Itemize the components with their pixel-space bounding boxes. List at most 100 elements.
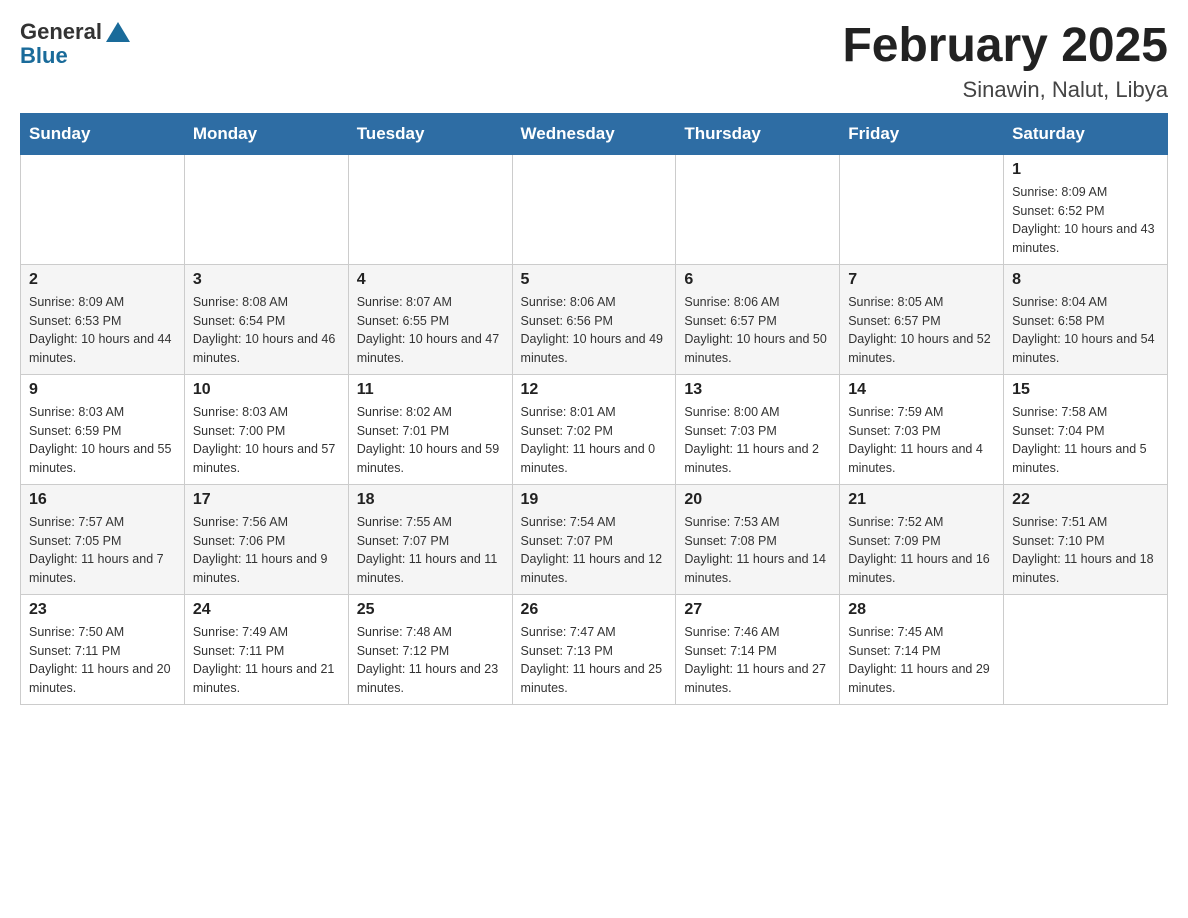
calendar-cell: 12 Sunrise: 8:01 AMSunset: 7:02 PMDaylig… (512, 374, 676, 484)
calendar-cell: 11 Sunrise: 8:02 AMSunset: 7:01 PMDaylig… (348, 374, 512, 484)
calendar-cell (184, 154, 348, 264)
day-info: Sunrise: 7:47 AMSunset: 7:13 PMDaylight:… (521, 625, 663, 695)
calendar-cell: 26 Sunrise: 7:47 AMSunset: 7:13 PMDaylig… (512, 594, 676, 704)
day-number: 3 (193, 271, 340, 289)
day-number: 8 (1012, 271, 1159, 289)
day-info: Sunrise: 8:08 AMSunset: 6:54 PMDaylight:… (193, 295, 335, 365)
day-info: Sunrise: 7:48 AMSunset: 7:12 PMDaylight:… (357, 625, 499, 695)
day-info: Sunrise: 8:04 AMSunset: 6:58 PMDaylight:… (1012, 295, 1154, 365)
day-number: 28 (848, 601, 995, 619)
day-number: 25 (357, 601, 504, 619)
day-number: 12 (521, 381, 668, 399)
calendar-cell: 2 Sunrise: 8:09 AMSunset: 6:53 PMDayligh… (21, 264, 185, 374)
day-number: 18 (357, 491, 504, 509)
days-header-row: Sunday Monday Tuesday Wednesday Thursday… (21, 113, 1168, 154)
calendar-cell: 22 Sunrise: 7:51 AMSunset: 7:10 PMDaylig… (1004, 484, 1168, 594)
day-info: Sunrise: 7:52 AMSunset: 7:09 PMDaylight:… (848, 515, 990, 585)
day-info: Sunrise: 8:05 AMSunset: 6:57 PMDaylight:… (848, 295, 990, 365)
day-info: Sunrise: 8:09 AMSunset: 6:53 PMDaylight:… (29, 295, 171, 365)
calendar-cell: 15 Sunrise: 7:58 AMSunset: 7:04 PMDaylig… (1004, 374, 1168, 484)
day-number: 22 (1012, 491, 1159, 509)
day-number: 4 (357, 271, 504, 289)
day-info: Sunrise: 7:53 AMSunset: 7:08 PMDaylight:… (684, 515, 826, 585)
header-thursday: Thursday (676, 113, 840, 154)
day-number: 15 (1012, 381, 1159, 399)
day-number: 19 (521, 491, 668, 509)
day-number: 27 (684, 601, 831, 619)
header-monday: Monday (184, 113, 348, 154)
calendar-cell: 27 Sunrise: 7:46 AMSunset: 7:14 PMDaylig… (676, 594, 840, 704)
day-number: 21 (848, 491, 995, 509)
day-info: Sunrise: 7:55 AMSunset: 7:07 PMDaylight:… (357, 515, 498, 585)
day-number: 14 (848, 381, 995, 399)
day-number: 2 (29, 271, 176, 289)
calendar-week-row: 16 Sunrise: 7:57 AMSunset: 7:05 PMDaylig… (21, 484, 1168, 594)
day-info: Sunrise: 8:03 AMSunset: 7:00 PMDaylight:… (193, 405, 335, 475)
calendar-cell: 23 Sunrise: 7:50 AMSunset: 7:11 PMDaylig… (21, 594, 185, 704)
day-number: 11 (357, 381, 504, 399)
day-number: 17 (193, 491, 340, 509)
day-info: Sunrise: 7:59 AMSunset: 7:03 PMDaylight:… (848, 405, 983, 475)
calendar-week-row: 1 Sunrise: 8:09 AMSunset: 6:52 PMDayligh… (21, 154, 1168, 264)
calendar-cell: 19 Sunrise: 7:54 AMSunset: 7:07 PMDaylig… (512, 484, 676, 594)
month-title: February 2025 (842, 20, 1168, 73)
day-info: Sunrise: 7:50 AMSunset: 7:11 PMDaylight:… (29, 625, 171, 695)
day-info: Sunrise: 7:46 AMSunset: 7:14 PMDaylight:… (684, 625, 826, 695)
day-number: 5 (521, 271, 668, 289)
calendar-cell: 18 Sunrise: 7:55 AMSunset: 7:07 PMDaylig… (348, 484, 512, 594)
calendar-cell (840, 154, 1004, 264)
day-info: Sunrise: 7:49 AMSunset: 7:11 PMDaylight:… (193, 625, 335, 695)
calendar-cell: 17 Sunrise: 7:56 AMSunset: 7:06 PMDaylig… (184, 484, 348, 594)
day-number: 9 (29, 381, 176, 399)
calendar-cell: 13 Sunrise: 8:00 AMSunset: 7:03 PMDaylig… (676, 374, 840, 484)
calendar-cell (21, 154, 185, 264)
calendar-cell: 21 Sunrise: 7:52 AMSunset: 7:09 PMDaylig… (840, 484, 1004, 594)
calendar-table: Sunday Monday Tuesday Wednesday Thursday… (20, 113, 1168, 705)
day-info: Sunrise: 7:51 AMSunset: 7:10 PMDaylight:… (1012, 515, 1154, 585)
logo-text-blue: Blue (20, 44, 130, 68)
logo-triangle-icon (106, 22, 130, 42)
day-number: 26 (521, 601, 668, 619)
day-info: Sunrise: 7:58 AMSunset: 7:04 PMDaylight:… (1012, 405, 1147, 475)
header-wednesday: Wednesday (512, 113, 676, 154)
day-info: Sunrise: 7:54 AMSunset: 7:07 PMDaylight:… (521, 515, 663, 585)
calendar-cell: 4 Sunrise: 8:07 AMSunset: 6:55 PMDayligh… (348, 264, 512, 374)
calendar-cell (1004, 594, 1168, 704)
calendar-cell: 7 Sunrise: 8:05 AMSunset: 6:57 PMDayligh… (840, 264, 1004, 374)
calendar-cell: 3 Sunrise: 8:08 AMSunset: 6:54 PMDayligh… (184, 264, 348, 374)
day-info: Sunrise: 8:00 AMSunset: 7:03 PMDaylight:… (684, 405, 819, 475)
calendar-cell: 20 Sunrise: 7:53 AMSunset: 7:08 PMDaylig… (676, 484, 840, 594)
header: General Blue February 2025 Sinawin, Nalu… (20, 20, 1168, 103)
day-info: Sunrise: 8:07 AMSunset: 6:55 PMDaylight:… (357, 295, 499, 365)
calendar-week-row: 9 Sunrise: 8:03 AMSunset: 6:59 PMDayligh… (21, 374, 1168, 484)
logo: General Blue (20, 20, 130, 68)
header-friday: Friday (840, 113, 1004, 154)
calendar-cell: 5 Sunrise: 8:06 AMSunset: 6:56 PMDayligh… (512, 264, 676, 374)
day-info: Sunrise: 8:06 AMSunset: 6:56 PMDaylight:… (521, 295, 663, 365)
header-sunday: Sunday (21, 113, 185, 154)
day-info: Sunrise: 8:06 AMSunset: 6:57 PMDaylight:… (684, 295, 826, 365)
day-info: Sunrise: 8:02 AMSunset: 7:01 PMDaylight:… (357, 405, 499, 475)
calendar-cell: 28 Sunrise: 7:45 AMSunset: 7:14 PMDaylig… (840, 594, 1004, 704)
location-title: Sinawin, Nalut, Libya (842, 77, 1168, 103)
calendar-cell: 25 Sunrise: 7:48 AMSunset: 7:12 PMDaylig… (348, 594, 512, 704)
day-number: 16 (29, 491, 176, 509)
day-number: 13 (684, 381, 831, 399)
calendar-cell: 14 Sunrise: 7:59 AMSunset: 7:03 PMDaylig… (840, 374, 1004, 484)
calendar-cell (676, 154, 840, 264)
day-info: Sunrise: 7:45 AMSunset: 7:14 PMDaylight:… (848, 625, 990, 695)
day-info: Sunrise: 7:57 AMSunset: 7:05 PMDaylight:… (29, 515, 164, 585)
title-area: February 2025 Sinawin, Nalut, Libya (842, 20, 1168, 103)
day-number: 10 (193, 381, 340, 399)
day-number: 7 (848, 271, 995, 289)
day-number: 23 (29, 601, 176, 619)
calendar-cell: 16 Sunrise: 7:57 AMSunset: 7:05 PMDaylig… (21, 484, 185, 594)
calendar-cell: 6 Sunrise: 8:06 AMSunset: 6:57 PMDayligh… (676, 264, 840, 374)
day-number: 1 (1012, 161, 1159, 179)
calendar-cell: 10 Sunrise: 8:03 AMSunset: 7:00 PMDaylig… (184, 374, 348, 484)
day-info: Sunrise: 8:01 AMSunset: 7:02 PMDaylight:… (521, 405, 656, 475)
day-info: Sunrise: 8:09 AMSunset: 6:52 PMDaylight:… (1012, 185, 1154, 255)
calendar-week-row: 2 Sunrise: 8:09 AMSunset: 6:53 PMDayligh… (21, 264, 1168, 374)
calendar-cell (348, 154, 512, 264)
header-saturday: Saturday (1004, 113, 1168, 154)
